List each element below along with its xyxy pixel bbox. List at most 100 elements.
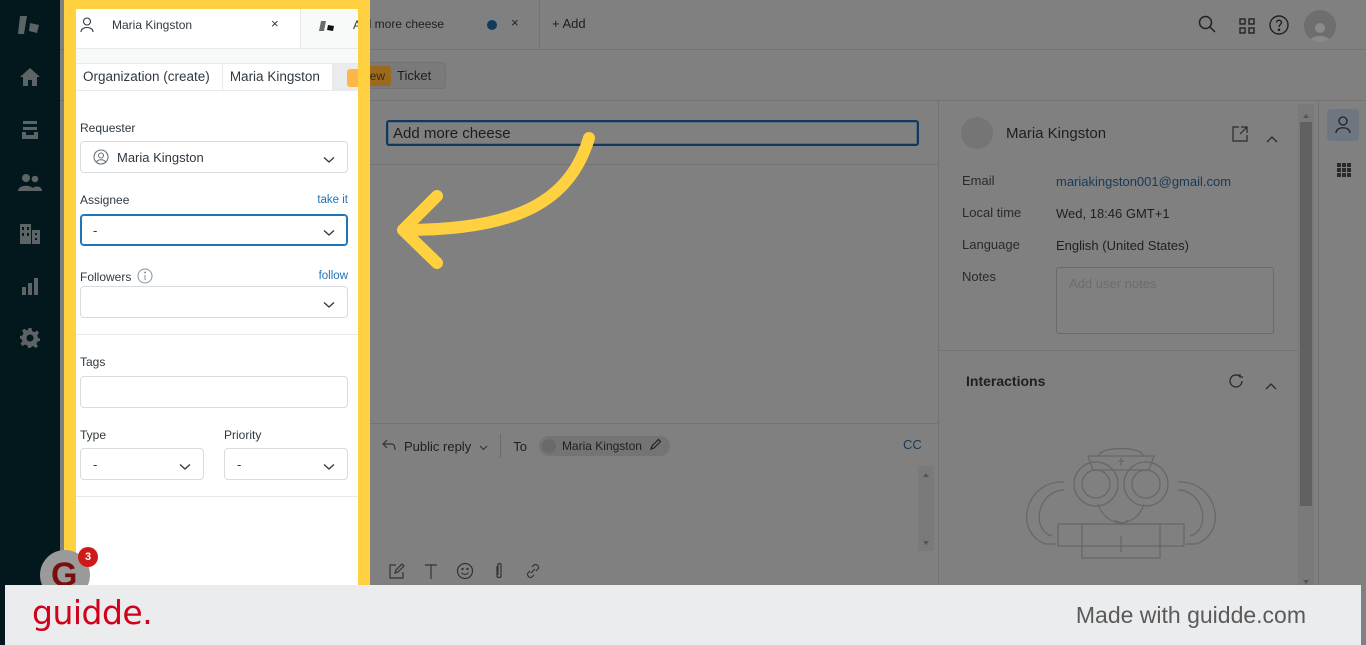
help-icon[interactable]	[1269, 15, 1289, 40]
made-with-guidde-text: Made with guidde.com	[1075, 602, 1306, 628]
close-tab-button[interactable]: ×	[271, 16, 279, 31]
notification-badge: 3	[78, 547, 98, 567]
type-select[interactable]: -	[80, 448, 204, 480]
organizations-icon[interactable]	[0, 219, 60, 249]
breadcrumb-ticket-partial[interactable]	[332, 64, 358, 90]
new-status-badge	[346, 69, 358, 87]
assignee-label: Assignee	[80, 193, 130, 207]
profile-avatar[interactable]	[1304, 10, 1336, 42]
email-value[interactable]: mariakingston001@gmail.com	[1056, 174, 1231, 189]
divider	[76, 334, 358, 335]
guidde-logo: guidde.	[32, 593, 153, 632]
context-panel-switcher	[1318, 101, 1366, 591]
close-tab-button[interactable]: ×	[511, 15, 519, 30]
compose-icon[interactable]	[388, 562, 406, 585]
requester-label: Requester	[80, 121, 136, 135]
sailor-binoculars-illustration	[1016, 444, 1226, 569]
views-icon[interactable]	[0, 115, 60, 145]
cc-link[interactable]: CC	[903, 437, 922, 452]
followers-label: Followers	[80, 270, 132, 284]
chevron-down-icon	[323, 224, 335, 242]
divider	[500, 434, 502, 458]
tab-user[interactable]: Maria Kingston ×	[76, 9, 300, 49]
priority-label: Priority	[224, 428, 262, 442]
divider	[938, 101, 939, 591]
requester-value: Maria Kingston	[117, 150, 204, 165]
tags-input[interactable]	[80, 376, 348, 408]
type-label: Type	[80, 428, 107, 442]
follow-link[interactable]: follow	[319, 270, 348, 282]
user-panel-scrollbar[interactable]	[1298, 104, 1314, 590]
chevron-down-icon[interactable]	[479, 439, 488, 454]
recipient-name: Maria Kingston	[561, 439, 642, 453]
breadcrumb-ticket-label: Ticket	[397, 68, 432, 83]
email-label: Email	[962, 173, 995, 188]
guidde-footer: guidde. Made with guidde.com	[5, 585, 1361, 645]
home-icon[interactable]	[0, 62, 60, 92]
tags-label: Tags	[80, 355, 106, 369]
breadcrumb-organization[interactable]: Organization (create)	[76, 64, 223, 90]
reply-scrollbar[interactable]	[918, 466, 934, 551]
assignee-select[interactable]: -	[80, 214, 348, 246]
chevron-down-icon	[323, 151, 335, 169]
notes-placeholder: Add user notes	[1069, 276, 1157, 291]
reply-arrow-icon	[382, 439, 396, 454]
followers-select[interactable]	[80, 286, 348, 318]
unsaved-dot-icon	[487, 20, 497, 30]
user-circle-icon	[93, 149, 109, 170]
text-format-icon[interactable]	[422, 562, 440, 585]
divider	[370, 423, 938, 424]
divider	[76, 496, 358, 497]
chevron-down-icon	[179, 458, 191, 476]
reply-mode-dropdown[interactable]: Public reply	[404, 439, 471, 454]
collapse-chevron-icon[interactable]	[1266, 130, 1278, 148]
divider	[370, 164, 938, 165]
reply-header: Public reply To Maria Kingston	[382, 434, 670, 458]
edit-pencil-icon[interactable]	[649, 438, 662, 454]
divider	[939, 350, 1299, 351]
user-icon	[80, 17, 94, 38]
add-tab-button[interactable]: + Add	[552, 16, 586, 31]
language-label: Language	[962, 237, 1020, 252]
priority-select[interactable]: -	[224, 448, 348, 480]
tab-ticket-label-partial: A	[353, 18, 358, 32]
apps-icon[interactable]	[1239, 18, 1255, 39]
apps-grid-icon[interactable]	[1337, 163, 1351, 182]
refresh-icon[interactable]	[1228, 373, 1244, 394]
recipient-chip[interactable]: Maria Kingston	[538, 436, 670, 456]
attachment-icon[interactable]	[490, 562, 508, 585]
notes-label: Notes	[962, 269, 996, 284]
reporting-icon[interactable]	[0, 271, 60, 301]
search-icon[interactable]	[1198, 15, 1216, 38]
type-value: -	[93, 457, 98, 472]
emoji-icon[interactable]	[456, 562, 474, 585]
ticket-subject-text: Add more cheese	[393, 125, 511, 142]
zendesk-logo-icon[interactable]	[0, 10, 60, 40]
ticket-icon	[319, 19, 335, 37]
language-value: English (United States)	[1056, 238, 1189, 253]
admin-gear-icon[interactable]	[0, 323, 60, 353]
collapse-chevron-icon[interactable]	[1265, 377, 1277, 395]
local-time-label: Local time	[962, 205, 1022, 220]
user-notes-textarea[interactable]: Add user notes	[1056, 267, 1274, 334]
breadcrumb: Organization (create) Maria Kingston	[76, 63, 358, 91]
user-name[interactable]: Maria Kingston	[1006, 125, 1106, 142]
customers-icon[interactable]	[0, 167, 60, 197]
local-time-value: Wed, 18:46 GMT+1	[1056, 206, 1170, 221]
link-icon[interactable]	[524, 562, 542, 585]
breadcrumb-user[interactable]: Maria Kingston	[223, 64, 333, 90]
scrollbar-thumb[interactable]	[1300, 122, 1312, 506]
chevron-down-icon	[323, 296, 335, 314]
open-external-icon[interactable]	[1232, 126, 1248, 147]
assignee-value: -	[93, 223, 98, 238]
ticket-subject-input[interactable]: Add more cheese	[386, 120, 919, 146]
requester-select[interactable]: Maria Kingston	[80, 141, 348, 173]
to-label: To	[513, 438, 527, 454]
tab-user-label: Maria Kingston	[112, 18, 193, 32]
user-profile-panel-button[interactable]	[1327, 109, 1359, 141]
chevron-down-icon	[323, 458, 335, 476]
take-it-link[interactable]: take it	[317, 194, 348, 206]
ticket-properties-panel: Maria Kingston × A Organization (create)…	[76, 9, 358, 590]
user-avatar	[961, 117, 993, 149]
tab-ticket[interactable]: A	[300, 9, 358, 49]
